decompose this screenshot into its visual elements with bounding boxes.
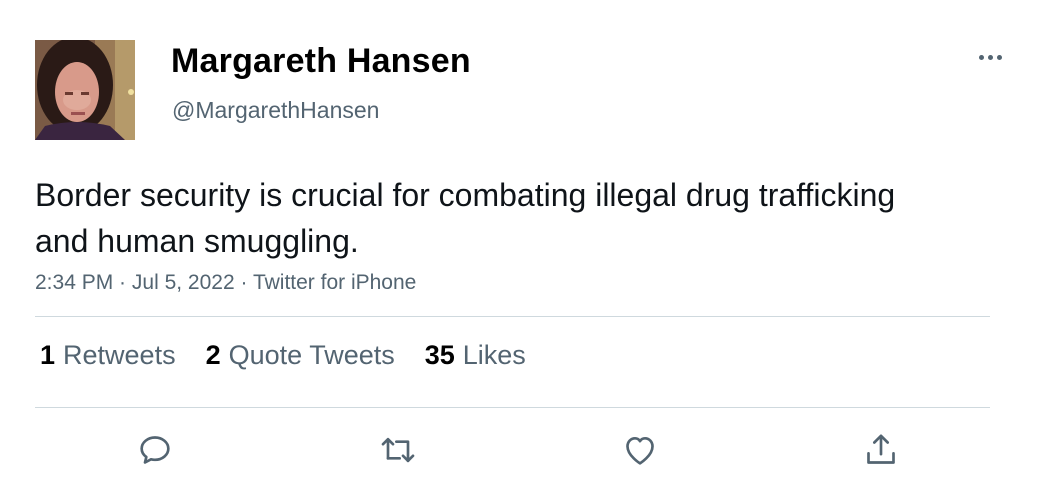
tweet-stats: 1 Retweets 2 Quote Tweets 35 Likes	[40, 340, 556, 371]
display-name[interactable]: Margareth Hansen	[171, 42, 471, 81]
retweets-label: Retweets	[63, 340, 176, 370]
heart-icon	[626, 437, 654, 465]
tweet-card: Margareth Hansen @MargarethHansen Border…	[0, 0, 1050, 480]
likes-stat[interactable]: 35 Likes	[425, 340, 526, 371]
reply-button[interactable]	[133, 428, 177, 472]
avatar-photo	[35, 40, 135, 140]
tweet-date[interactable]: Jul 5, 2022	[132, 271, 235, 294]
retweet-button[interactable]	[376, 428, 420, 472]
divider-top	[35, 316, 990, 317]
divider-bottom	[35, 407, 990, 408]
meta-separator: ·	[113, 271, 132, 294]
more-dot	[987, 54, 993, 60]
quote-tweets-stat[interactable]: 2 Quote Tweets	[206, 340, 395, 371]
likes-count: 35	[424, 340, 455, 370]
more-dot	[996, 54, 1002, 60]
like-button[interactable]	[618, 428, 662, 472]
tweet-source[interactable]: Twitter for iPhone	[253, 271, 416, 294]
tweet-time[interactable]: 2:34 PM	[35, 271, 113, 294]
share-icon	[867, 434, 895, 464]
meta-separator: ·	[234, 271, 253, 294]
reply-icon	[140, 436, 170, 464]
quote-tweets-label: Quote Tweets	[228, 340, 395, 370]
more-dot	[978, 54, 984, 60]
quote-tweets-count: 2	[205, 340, 221, 370]
avatar[interactable]	[35, 40, 135, 140]
likes-label: Likes	[462, 340, 526, 370]
retweets-stat[interactable]: 1 Retweets	[40, 340, 176, 371]
retweet-icon	[381, 437, 415, 463]
tweet-meta: 2:34 PM · Jul 5, 2022 · Twitter for iPho…	[35, 271, 416, 295]
more-options-icon[interactable]	[970, 44, 1010, 70]
share-button[interactable]	[859, 428, 903, 472]
action-bar	[0, 428, 1050, 472]
user-handle[interactable]: @MargarethHansen	[172, 97, 379, 124]
tweet-text: Border security is crucial for combating…	[35, 177, 896, 259]
retweets-count: 1	[40, 340, 56, 370]
